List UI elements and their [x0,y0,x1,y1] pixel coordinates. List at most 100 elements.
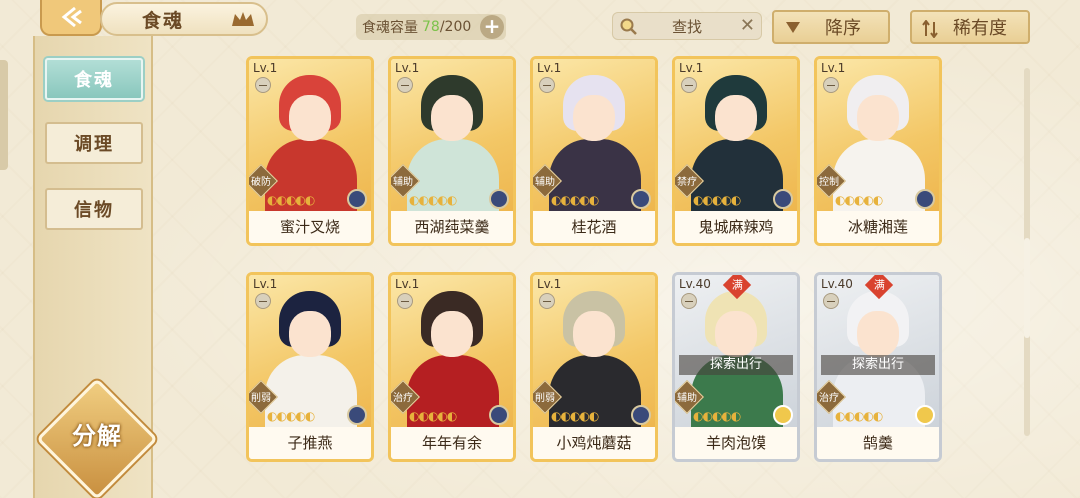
star-rating: ◐◐◐◐◐ [551,409,599,423]
element-orb-icon [631,405,651,425]
portrait-face [857,311,899,357]
crown-icon[interactable] [230,10,256,30]
lock-badge-icon[interactable] [539,77,555,93]
card-name: 鬼城麻辣鸡 [675,211,797,243]
food-soul-card[interactable]: Lv.1 辅助 ◐◐◐◐◐ 西湖莼菜羹 [388,56,516,246]
capacity-label: 食魂容量 [362,20,418,36]
food-soul-card[interactable]: Lv.1 治疗 ◐◐◐◐◐ 年年有余 [388,272,516,462]
card-name: 子推燕 [249,427,371,459]
lock-badge-icon[interactable] [681,77,697,93]
sort-order-button[interactable]: 降序 [772,10,890,44]
lock-badge-icon[interactable] [397,77,413,93]
search-placeholder: 查找 [671,17,702,36]
level-label: Lv.1 [537,61,562,75]
role-label: 辅助 [393,177,413,188]
triangle-down-icon [786,22,800,33]
add-capacity-button[interactable]: + [480,15,504,39]
card-name: 小鸡炖蘑菇 [533,427,655,459]
food-soul-card[interactable]: Lv.1 控制 ◐◐◐◐◐ 冰糖湘莲 [814,56,942,246]
portrait-face [289,95,331,141]
card-name: 蜜汁叉烧 [249,211,371,243]
food-soul-card[interactable]: Lv.1 禁疗 ◐◐◐◐◐ 鬼城麻辣鸡 [672,56,800,246]
capacity-current: 78 [422,19,440,35]
level-label: Lv.1 [537,277,562,291]
lock-badge-icon[interactable] [681,293,697,309]
scrollbar[interactable] [1024,68,1030,436]
swap-icon [922,20,938,38]
portrait-face [857,95,899,141]
card-name: 鹄羹 [817,427,939,459]
portrait-face [431,311,473,357]
level-label: Lv.40 [821,277,853,291]
card-name: 西湖莼菜羹 [391,211,513,243]
role-label: 削弱 [535,393,555,404]
level-label: Lv.1 [679,61,704,75]
element-orb-icon [489,189,509,209]
element-orb-icon [347,189,367,209]
role-label: 禁疗 [677,177,697,188]
food-soul-card[interactable]: Lv.40 辅助 ◐◐◐◐◐ 羊肉泡馍 探索出行 满 [672,272,800,462]
level-label: Lv.1 [821,61,846,75]
lock-badge-icon[interactable] [539,293,555,309]
sort-by-button[interactable]: 稀有度 [910,10,1030,44]
portrait-face [715,311,757,357]
tab-label: 调理 [74,134,114,155]
star-rating: ◐◐◐◐◐ [693,409,741,423]
edge-handle[interactable] [0,60,8,170]
food-soul-card[interactable]: Lv.1 辅助 ◐◐◐◐◐ 桂花酒 [530,56,658,246]
page-title-tab: 食魂 [100,2,268,36]
tab-food-souls[interactable]: 食魂 [45,58,143,100]
portrait-face [573,311,615,357]
star-rating: ◐◐◐◐◐ [409,193,457,207]
level-label: Lv.1 [395,277,420,291]
star-rating: ◐◐◐◐◐ [835,193,883,207]
element-orb-icon [773,405,793,425]
element-orb-icon [347,405,367,425]
star-rating: ◐◐◐◐◐ [267,409,315,423]
star-rating: ◐◐◐◐◐ [835,409,883,423]
star-rating: ◐◐◐◐◐ [267,193,315,207]
element-orb-icon [773,189,793,209]
element-orb-icon [915,189,935,209]
max-level-text: 满 [873,278,885,291]
portrait-face [431,95,473,141]
sort-order-label: 降序 [825,18,861,39]
food-soul-card[interactable]: Lv.1 削弱 ◐◐◐◐◐ 小鸡炖蘑菇 [530,272,658,462]
back-arrow-icon [61,6,82,28]
role-label: 治疗 [819,393,839,404]
decompose-label[interactable]: 分解 [54,416,140,456]
back-button[interactable] [40,0,102,36]
star-rating: ◐◐◐◐◐ [409,409,457,423]
lock-badge-icon[interactable] [397,293,413,309]
star-rating: ◐◐◐◐◐ [551,193,599,207]
level-label: Lv.1 [253,61,278,75]
portrait-face [715,95,757,141]
lock-badge-icon[interactable] [823,293,839,309]
food-soul-card[interactable]: Lv.1 削弱 ◐◐◐◐◐ 子推燕 [246,272,374,462]
exploring-status: 探索出行 [679,355,793,375]
sort-by-label: 稀有度 [953,18,1007,39]
tab-tokens[interactable]: 信物 [45,188,143,230]
portrait-face [289,311,331,357]
exploring-status: 探索出行 [821,355,935,375]
tab-conditioning[interactable]: 调理 [45,122,143,164]
search-input[interactable]: 查找 ✕ [612,12,762,40]
search-icon [620,18,637,35]
element-orb-icon [489,405,509,425]
level-label: Lv.1 [253,277,278,291]
role-label: 治疗 [393,393,413,404]
scrollbar-thumb[interactable] [1024,238,1030,338]
lock-badge-icon[interactable] [255,77,271,93]
lock-badge-icon[interactable] [823,77,839,93]
portrait-face [573,95,615,141]
food-soul-card[interactable]: Lv.40 治疗 ◐◐◐◐◐ 鹄羹 探索出行 满 [814,272,942,462]
level-label: Lv.40 [679,277,711,291]
tab-label: 信物 [74,200,114,221]
element-orb-icon [915,405,935,425]
element-orb-icon [631,189,651,209]
clear-icon[interactable]: ✕ [740,15,755,36]
lock-badge-icon[interactable] [255,293,271,309]
food-soul-card[interactable]: Lv.1 破防 ◐◐◐◐◐ 蜜汁叉烧 [246,56,374,246]
role-label: 破防 [251,177,271,188]
star-rating: ◐◐◐◐◐ [693,193,741,207]
